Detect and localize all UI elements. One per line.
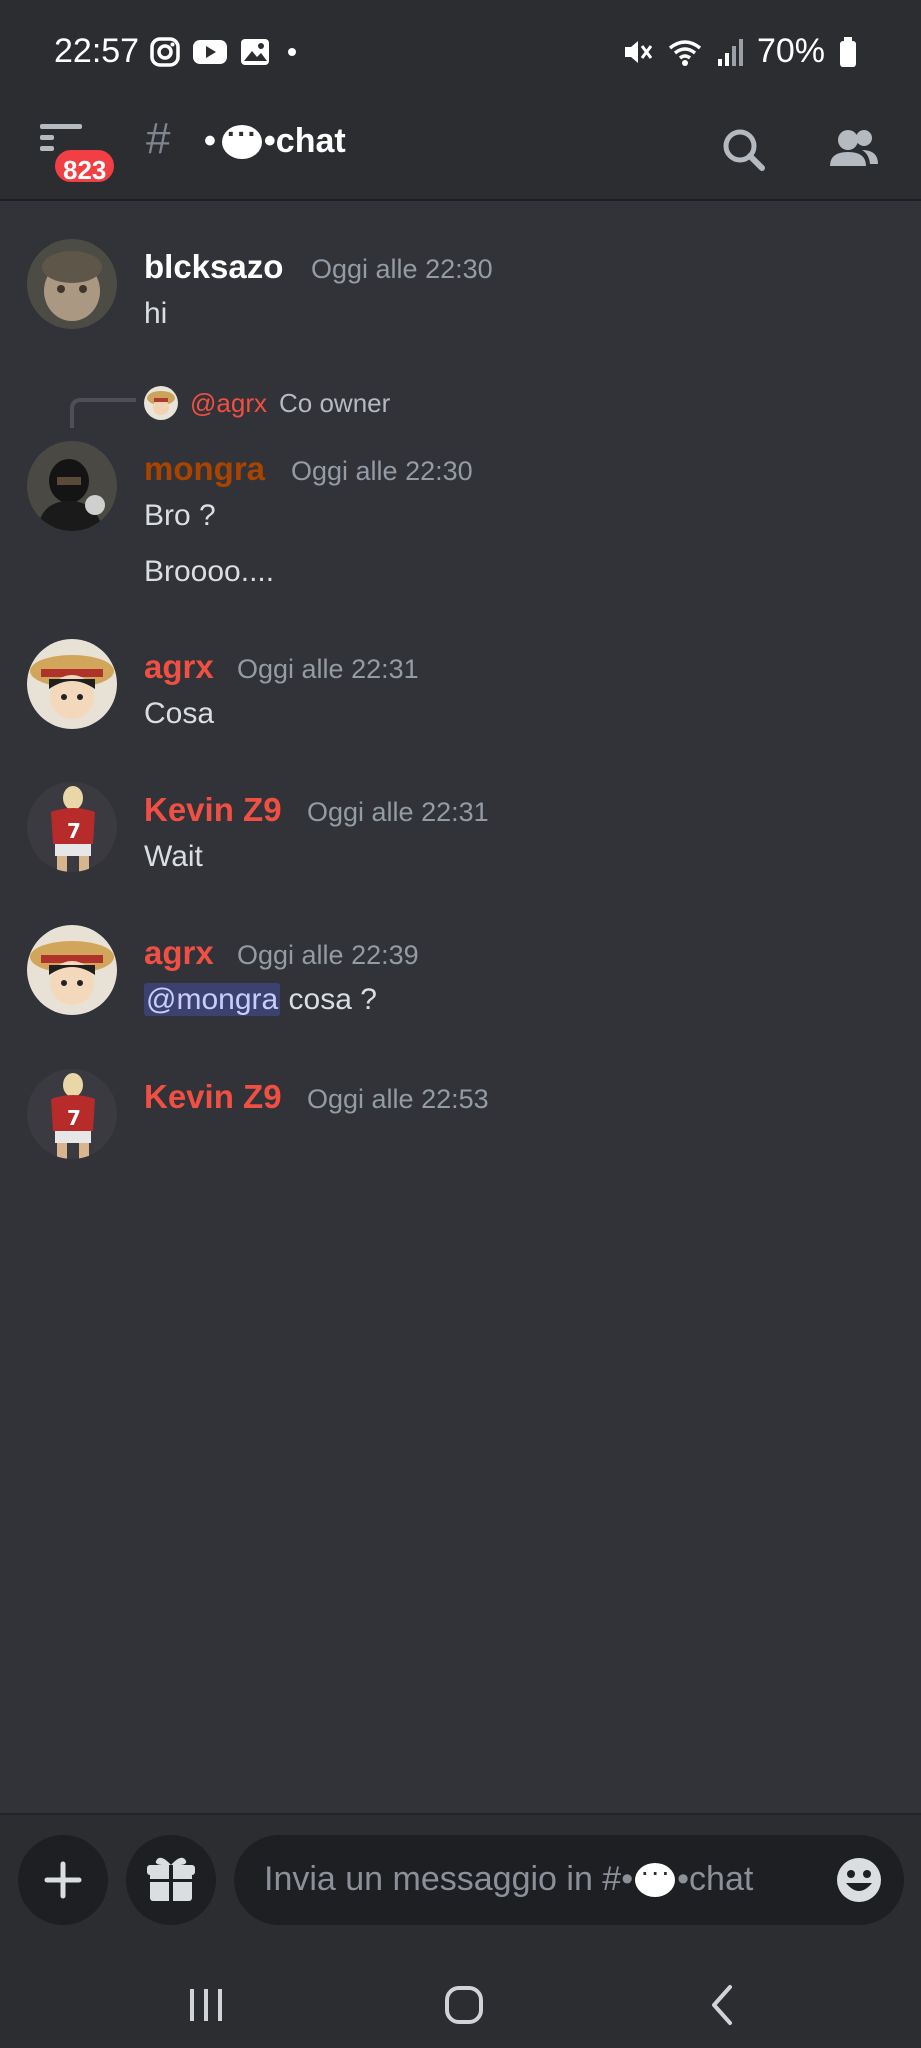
youtube-icon bbox=[193, 40, 227, 64]
author-name[interactable]: blcksazo bbox=[144, 248, 283, 286]
mute-icon bbox=[624, 40, 653, 63]
author-name[interactable]: Kevin Z9 bbox=[144, 1078, 282, 1116]
channel-title[interactable]: • •chat bbox=[200, 118, 346, 161]
avatar-agrx[interactable] bbox=[27, 925, 117, 1015]
message-text: Bro ? bbox=[144, 499, 216, 532]
avatar-kevin-z9[interactable]: 7 bbox=[27, 782, 117, 872]
message-text: Broooo.... bbox=[144, 555, 275, 588]
back-button[interactable] bbox=[694, 1975, 754, 2035]
recent-apps-button[interactable] bbox=[176, 1975, 236, 2035]
avatar-mongra[interactable] bbox=[27, 441, 117, 531]
composer-bar: Invia un messaggio in #• •chat bbox=[0, 1813, 921, 2048]
search-button[interactable] bbox=[712, 118, 776, 182]
author-name[interactable]: agrx bbox=[144, 648, 214, 686]
emoji-icon bbox=[837, 1858, 881, 1902]
battery-percent: 70% bbox=[756, 32, 825, 70]
wifi-icon bbox=[668, 39, 702, 66]
dot-icon bbox=[288, 48, 296, 56]
members-button[interactable] bbox=[822, 118, 886, 182]
author-name[interactable]: agrx bbox=[144, 934, 214, 972]
back-icon bbox=[712, 1985, 732, 2025]
unread-badge: 823 bbox=[51, 146, 119, 186]
placeholder-text-start: Invia un messaggio in #• bbox=[264, 1860, 634, 1898]
placeholder-text-end: •chat bbox=[677, 1860, 754, 1898]
message-text: hi bbox=[144, 297, 168, 330]
channel-prefix: • bbox=[204, 122, 216, 160]
recent-apps-icon bbox=[190, 1989, 222, 2021]
search-icon bbox=[723, 129, 765, 171]
author-name[interactable]: mongra bbox=[144, 450, 265, 488]
reply-preview-text[interactable]: Co owner bbox=[279, 388, 390, 419]
channel-header: 823 # • •chat bbox=[0, 100, 921, 201]
svg-text:7: 7 bbox=[67, 1106, 81, 1130]
reply-connector bbox=[70, 398, 136, 428]
message-timestamp: Oggi alle 22:30 bbox=[291, 456, 473, 486]
home-button[interactable] bbox=[434, 1975, 494, 2035]
message-timestamp: Oggi alle 22:39 bbox=[237, 940, 419, 970]
emoji-button[interactable] bbox=[836, 1857, 882, 1903]
signal-icon bbox=[717, 38, 743, 66]
menu-button[interactable]: 823 bbox=[34, 120, 119, 186]
gift-icon bbox=[147, 1857, 195, 1901]
avatar-kevin-z9[interactable]: 7 bbox=[27, 1069, 117, 1159]
message-timestamp: Oggi alle 22:31 bbox=[237, 654, 419, 684]
battery-icon bbox=[840, 36, 856, 67]
avatar-blcksazo[interactable] bbox=[27, 239, 117, 329]
message-text: Wait bbox=[144, 840, 203, 873]
reply-mention[interactable]: @agrx bbox=[190, 388, 267, 419]
svg-text:7: 7 bbox=[67, 819, 81, 843]
message-text: Cosa bbox=[144, 697, 215, 730]
gallery-icon bbox=[241, 39, 269, 65]
home-icon bbox=[445, 1986, 483, 2024]
avatar-agrx[interactable] bbox=[27, 639, 117, 729]
add-attachment-button[interactable] bbox=[18, 1835, 108, 1925]
discord-chat-screen: 22:57 70% 823 # • •chat bbox=[0, 0, 921, 2048]
author-name[interactable]: Kevin Z9 bbox=[144, 791, 282, 829]
notification-icons bbox=[150, 37, 302, 67]
channel-hash-icon: # bbox=[146, 114, 171, 163]
message-text: @mongra cosa ? bbox=[144, 983, 377, 1017]
message-timestamp: Oggi alle 22:31 bbox=[307, 797, 489, 827]
message-timestamp: Oggi alle 22:53 bbox=[307, 1084, 489, 1114]
android-nav-bar bbox=[0, 1955, 921, 2048]
speech-bubble-icon bbox=[635, 1856, 676, 1897]
message-input[interactable]: Invia un messaggio in #• •chat bbox=[234, 1835, 904, 1925]
message-input-placeholder: Invia un messaggio in #• •chat bbox=[264, 1856, 754, 1899]
members-icon bbox=[830, 130, 878, 166]
gift-button[interactable] bbox=[126, 1835, 216, 1925]
status-bar: 22:57 70% bbox=[0, 0, 921, 100]
instagram-icon bbox=[150, 37, 180, 67]
message-timestamp: Oggi alle 22:30 bbox=[311, 254, 493, 284]
status-time: 22:57 bbox=[54, 32, 140, 70]
plus-icon bbox=[44, 1861, 82, 1899]
reply-avatar bbox=[144, 386, 178, 420]
system-indicators: 70% bbox=[621, 32, 857, 71]
user-mention[interactable]: @mongra bbox=[144, 983, 281, 1016]
message-text-rest: cosa ? bbox=[280, 983, 377, 1016]
channel-suffix: •chat bbox=[263, 122, 346, 160]
speech-bubble-icon bbox=[221, 118, 262, 159]
